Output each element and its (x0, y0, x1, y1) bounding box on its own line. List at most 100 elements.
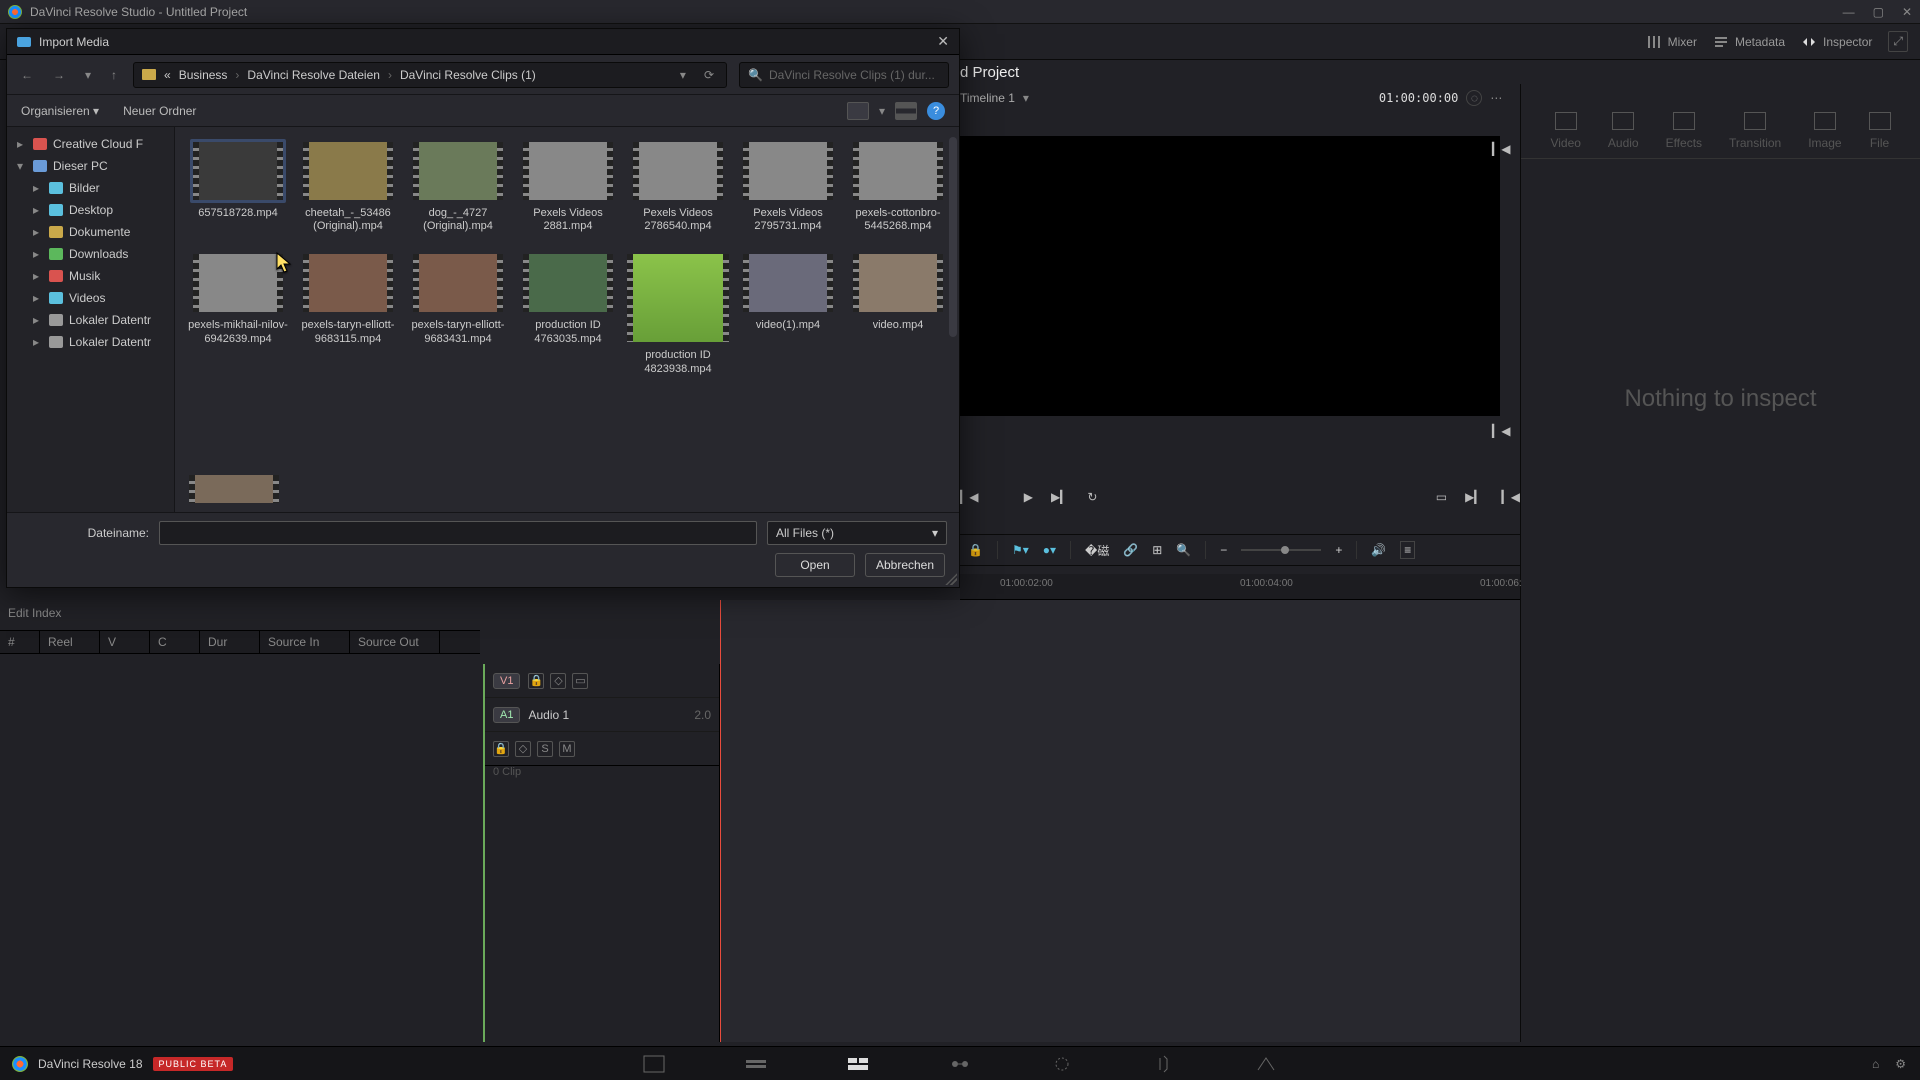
tree-desktop[interactable]: Desktop (7, 199, 174, 221)
match-frame-button[interactable]: ▭ (1436, 490, 1447, 504)
edit-page-button[interactable] (847, 1055, 869, 1073)
file-item[interactable]: video(1).mp4 (735, 251, 841, 375)
a1-autosync-button[interactable]: ◇ (515, 741, 531, 757)
crumb-resolve-clips[interactable]: DaVinci Resolve Clips (1) (400, 68, 536, 82)
video-track-1[interactable]: V1 🔒 ◇ ▭ (485, 664, 719, 698)
file-item[interactable]: pexels-taryn-elliott-9683431.mp4 (405, 251, 511, 375)
inspector-tab-effects[interactable]: Effects (1666, 112, 1702, 150)
viewer-menu-button[interactable]: ⋯ (1490, 91, 1502, 105)
col-sin[interactable]: Source In (260, 631, 350, 653)
file-item[interactable]: pexels-cottonbro-5445268.mp4 (845, 139, 951, 233)
file-item[interactable]: Pexels Videos 2881.mp4 (515, 139, 621, 233)
view-dropdown[interactable]: ▾ (879, 104, 885, 118)
play-button[interactable]: ▶ (1024, 490, 1033, 504)
volume-icon[interactable]: 🔊 (1371, 543, 1386, 557)
zoom-in-button[interactable]: + (1335, 543, 1342, 557)
maximize-button[interactable]: ▢ (1873, 5, 1884, 19)
grid-scrollbar[interactable] (949, 137, 957, 337)
tree-this-pc[interactable]: Dieser PC (7, 155, 174, 177)
v1-autosync-button[interactable]: ◇ (550, 673, 566, 689)
nav-recent-button[interactable]: ▾ (81, 64, 95, 86)
mixer-panel-toggle[interactable]: Mixer (1646, 34, 1697, 50)
nav-forward-button[interactable]: → (49, 64, 69, 86)
dialog-titlebar[interactable]: Import Media ✕ (7, 29, 959, 55)
zoom-out-button[interactable]: − (1220, 543, 1227, 557)
timeline-canvas[interactable] (720, 600, 1520, 1042)
a1-mute-button[interactable]: M (559, 741, 575, 757)
snap-button[interactable]: �磁 (1085, 542, 1109, 559)
tree-documents[interactable]: Dokumente (7, 221, 174, 243)
col-c[interactable]: C (150, 631, 200, 653)
metadata-panel-toggle[interactable]: Metadata (1713, 34, 1785, 50)
next-clip-button[interactable]: ▶▎ (1051, 490, 1069, 504)
color-page-button[interactable] (1051, 1055, 1073, 1073)
program-viewer[interactable] (960, 136, 1500, 416)
timeline-dropdown-icon[interactable]: ▾ (1023, 91, 1029, 105)
inspector-tab-image[interactable]: Image (1808, 112, 1841, 150)
v1-lock-button[interactable]: 🔒 (528, 673, 544, 689)
search-input[interactable]: 🔍 DaVinci Resolve Clips (1) dur... (739, 62, 949, 88)
loop-button[interactable]: ↻ (1087, 490, 1097, 504)
timeline-options-button[interactable]: ≡ (1400, 541, 1415, 559)
prev-clip-button[interactable]: ▎◀ (960, 490, 978, 504)
cancel-button[interactable]: Abbrechen (865, 553, 945, 577)
thumbnail-view-button[interactable] (847, 102, 869, 120)
tree-disk2[interactable]: Lokaler Datentr (7, 331, 174, 353)
inspector-panel-toggle[interactable]: Inspector (1801, 34, 1872, 50)
list-view-button[interactable] (895, 102, 917, 120)
go-end-button[interactable]: ▶▎ (1465, 490, 1483, 504)
new-folder-button[interactable]: Neuer Ordner (123, 104, 196, 118)
project-settings-button[interactable]: ⚙ (1895, 1057, 1906, 1071)
expand-panel-button[interactable]: ⤢ (1888, 31, 1908, 52)
tree-videos[interactable]: Videos (7, 287, 174, 309)
file-item[interactable]: production ID 4823938.mp4 (625, 251, 731, 375)
dialog-close-button[interactable]: ✕ (937, 33, 949, 50)
close-window-button[interactable]: ✕ (1902, 5, 1912, 19)
inspector-tab-audio[interactable]: Audio (1608, 112, 1639, 150)
crumb-root[interactable]: « (164, 68, 171, 82)
inspector-tab-file[interactable]: File (1869, 112, 1891, 150)
a1-badge[interactable]: A1 (493, 707, 520, 723)
breadcrumb-dropdown[interactable]: ▾ (674, 68, 692, 82)
marker-blue-button[interactable]: ●▾ (1043, 543, 1056, 557)
file-filter-dropdown[interactable]: All Files (*) ▾ (767, 521, 947, 545)
organize-menu[interactable]: Organisieren ▾ (21, 104, 99, 118)
go-start-button[interactable]: ▎◀ (1502, 490, 1520, 504)
filename-input[interactable] (159, 521, 757, 545)
file-item-partial[interactable] (189, 475, 279, 503)
help-button[interactable]: ? (927, 102, 945, 120)
zoom-slider[interactable] (1241, 549, 1321, 551)
file-item[interactable]: dog_-_4727 (Original).mp4 (405, 139, 511, 233)
tree-downloads[interactable]: Downloads (7, 243, 174, 265)
inspector-tab-video[interactable]: Video (1550, 112, 1580, 150)
link-button[interactable]: 🔗 (1123, 543, 1138, 557)
file-item[interactable]: Pexels Videos 2795731.mp4 (735, 139, 841, 233)
viewer-first-frame-button[interactable]: ▎◀ (1492, 142, 1510, 156)
lock-button[interactable]: 🔒 (968, 543, 983, 557)
timecode-options-icon[interactable]: ◌ (1466, 90, 1482, 106)
viewer-last-frame-button[interactable]: ▎◀ (1492, 424, 1510, 438)
timeline-ruler[interactable]: 01:00:02:00 01:00:04:00 01:00:06: (960, 574, 1520, 600)
file-item[interactable]: video.mp4 (845, 251, 951, 375)
col-sout[interactable]: Source Out (350, 631, 440, 653)
col-v[interactable]: V (100, 631, 150, 653)
viewer-timecode[interactable]: 01:00:00:00 (1379, 91, 1458, 105)
file-item[interactable]: pexels-taryn-elliott-9683115.mp4 (295, 251, 401, 375)
a1-lock-button[interactable]: 🔒 (493, 741, 509, 757)
file-item[interactable]: Pexels Videos 2786540.mp4 (625, 139, 731, 233)
tree-disk1[interactable]: Lokaler Datentr (7, 309, 174, 331)
crumb-resolve-dateien[interactable]: DaVinci Resolve Dateien (247, 68, 380, 82)
dialog-resize-grip[interactable] (945, 573, 957, 585)
file-grid[interactable]: 657518728.mp4 cheetah_-_53486 (Original)… (175, 127, 959, 512)
search-timeline-button[interactable]: 🔍 (1176, 543, 1191, 557)
open-button[interactable]: Open (775, 553, 855, 577)
tree-pictures[interactable]: Bilder (7, 177, 174, 199)
media-page-button[interactable] (643, 1055, 665, 1073)
playhead[interactable] (720, 600, 721, 1042)
file-item[interactable]: 657518728.mp4 (185, 139, 291, 233)
nav-up-button[interactable]: ↑ (107, 64, 121, 86)
crumb-business[interactable]: Business (179, 68, 228, 82)
nav-back-button[interactable]: ← (17, 64, 37, 86)
flag-blue-button[interactable]: ⚑▾ (1012, 543, 1029, 557)
v1-badge[interactable]: V1 (493, 673, 520, 689)
